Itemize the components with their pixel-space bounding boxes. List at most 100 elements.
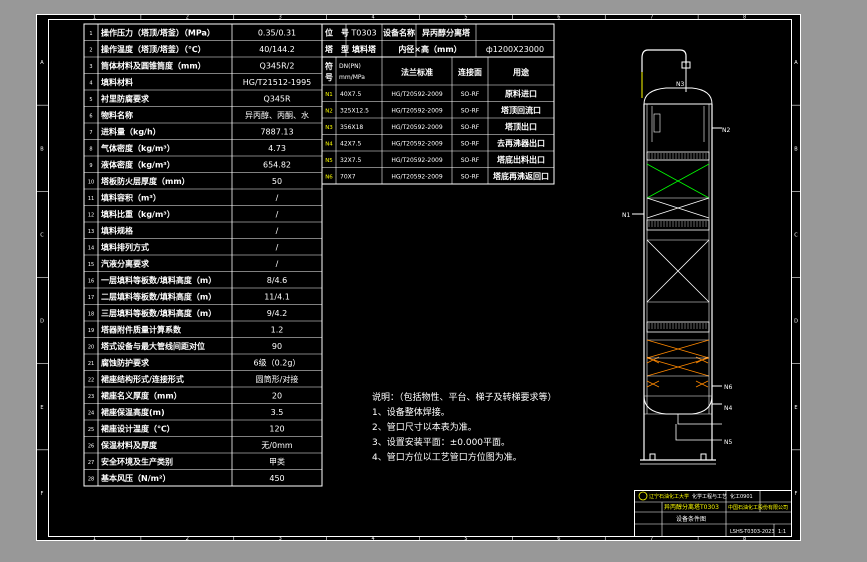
spec-row-value: 7887.13 (260, 128, 293, 137)
spec-row-label: 安全环境及生产类别 (101, 457, 173, 467)
zone-number-top: 4 (371, 15, 374, 21)
spec-row-value: 1.2 (271, 326, 284, 335)
spec-row-label: 保温材料及厚度 (100, 440, 158, 450)
spec-row-value: 120 (269, 425, 284, 434)
spec-row-label: 填料规格 (101, 226, 134, 236)
zone-letter-left: B (40, 146, 44, 152)
spec-row-no: 13 (88, 229, 94, 235)
nozzle-size: 42X7.5 (340, 141, 361, 148)
zone-letter-right: E (794, 405, 797, 411)
info-type-value: 填料塔 (352, 44, 377, 54)
spec-row-value: 40/144.2 (259, 45, 295, 54)
nozzle-n6-label: N6 (724, 384, 732, 391)
zone-number-top: 7 (650, 15, 653, 21)
nozzle-use: 原料进口 (505, 89, 537, 99)
spec-row-value: 异丙醇、丙酮、水 (245, 110, 309, 120)
spec-row-label: 操作温度（塔顶/塔釜）（℃） (101, 44, 206, 54)
spec-row-no: 12 (88, 213, 94, 219)
spec-row-value: 0.35/0.31 (258, 29, 296, 38)
nozzle-face: SO-RF (461, 174, 480, 181)
spec-row-value: / (276, 260, 279, 269)
info-type-label: 塔 型 (325, 44, 349, 54)
nozzle-header-size: DN(PN) (339, 63, 361, 70)
spec-row-label: 物料名称 (101, 110, 133, 120)
notes-title: 说明：（包括物性、平台、梯子及转梯要求等） (372, 391, 557, 403)
note-item: 1、设备整体焊接。 (372, 406, 450, 418)
packing-bed-2 (646, 239, 710, 303)
info-equip-value: 异丙醇分离塔 (422, 28, 471, 38)
tb-drawing: 异丙醇分离塔T0303 (664, 503, 719, 511)
zone-letter-left: C (40, 232, 44, 238)
tb-class: 化工0901 (730, 493, 753, 500)
nozzle-n3-label: N3 (676, 81, 684, 88)
spec-row-value: 8/4.6 (267, 276, 288, 285)
spec-row-no: 17 (88, 295, 94, 301)
spec-row-no: 25 (88, 427, 94, 433)
zone-number-bottom: 3 (279, 536, 282, 541)
nozzle-face: SO-RF (461, 157, 480, 164)
spec-row-value: Q345R (263, 95, 291, 104)
spec-row-no: 18 (88, 312, 94, 318)
spec-row-value: / (276, 227, 279, 236)
spec-row-label: 裙座保温高度(m) (100, 407, 165, 417)
info-dim-value: ф1200X23000 (486, 45, 544, 54)
spec-row-no: 20 (88, 345, 94, 351)
spec-row-label: 基本风压（N/m²） (100, 473, 170, 483)
spec-row-no: 4 (89, 81, 92, 87)
nozzle-header-sym-2: 号 (325, 73, 333, 82)
spec-row-label: 填料材料 (101, 77, 133, 87)
nozzle-std: HG/T20592-2009 (391, 124, 443, 131)
spec-row-no: 9 (89, 163, 92, 169)
spec-row-no: 24 (88, 411, 94, 417)
info-equip-label: 设备名称 (383, 28, 415, 38)
zone-letter-left: F (41, 491, 44, 497)
zone-letter-left: A (40, 60, 44, 66)
zone-letter-left: D (40, 319, 44, 325)
spec-row-no: 21 (88, 361, 94, 367)
nozzle-n2-label: N2 (722, 127, 730, 134)
notes-block: 说明：（包括物性、平台、梯子及转梯要求等） 1、设备整体焊接。 2、管口尺寸以本表为… (372, 391, 557, 463)
nozzle-header-use: 用途 (512, 67, 530, 77)
nozzle-use: 塔顶回流口 (501, 105, 541, 115)
spec-row-value: Q345R/2 (260, 62, 295, 71)
spec-row-no: 22 (88, 378, 94, 384)
liquid-distributor-2 (646, 219, 710, 231)
spec-row-value: 90 (272, 342, 282, 351)
spec-row-label: 裙座名义厚度（mm） (100, 391, 182, 401)
spec-row-label: 塔式设备与最大管线间距对位 (101, 341, 205, 351)
spec-row-label: 腐蚀防护要求 (101, 358, 150, 368)
nozzle-use: 塔顶出口 (505, 122, 537, 132)
school-logo-icon (638, 491, 648, 501)
nozzle-table: 位 号 T0303 设备名称 异丙醇分离塔塔 型填料塔 内径×高（mm） ф1200X23… (321, 23, 555, 185)
nozzle-n5-label: N5 (724, 439, 732, 446)
tb-school: 辽宁石油化工大学 (649, 493, 689, 500)
liquid-distributor-3 (646, 321, 710, 333)
spec-row-no: 3 (89, 64, 92, 70)
info-pos-label: 位 号 (325, 28, 349, 38)
nozzle-n1-label: N1 (622, 212, 630, 219)
nozzle-header-std: 法兰标准 (401, 67, 433, 77)
nozzle-header-face: 连接面 (458, 67, 482, 77)
note-item: 2、管口尺寸以本表为准。 (372, 421, 477, 433)
nozzle-header-sym: 符 (325, 61, 333, 71)
nozzle-header-size-unit: mm/MPa (339, 74, 365, 81)
spec-row-value: 9/4.2 (267, 309, 288, 318)
info-pos-value: T0303 (350, 29, 376, 38)
spec-row-value: 无/0mm (261, 441, 293, 450)
spec-table: 1 操作压力（塔顶/塔釜）（MPa） 0.35/0.31 2 操作温度（塔顶/塔釜）（℃… (83, 23, 323, 487)
drawing-sheet: 1122334455667788AABBCCDDEEFF 1 操作压力（塔顶/塔釜… (36, 14, 801, 542)
nozzle-std: HG/T20592-2009 (391, 91, 443, 98)
equipment-drawing: 1122334455667788A AB BC CD DE EF F 1 操作压力（塔顶/塔釜… (36, 14, 801, 542)
nozzle-size: 32X7.5 (340, 157, 361, 164)
spec-row-value: 450 (269, 474, 284, 483)
zone-letter-right: D (794, 319, 798, 325)
spec-row-no: 1 (89, 31, 92, 37)
zone-number-top: 1 (93, 15, 96, 21)
spec-row-value: 4.73 (268, 144, 286, 153)
spec-row-label: 进料量（kg/h） (101, 127, 161, 137)
zone-number-bottom: 1 (93, 536, 96, 541)
spec-row-label: 填料容积（m³） (101, 193, 161, 203)
nozzle-sym: N4 (325, 142, 333, 148)
spec-row-no: 6 (89, 114, 92, 120)
zone-number-bottom: 4 (371, 536, 374, 541)
